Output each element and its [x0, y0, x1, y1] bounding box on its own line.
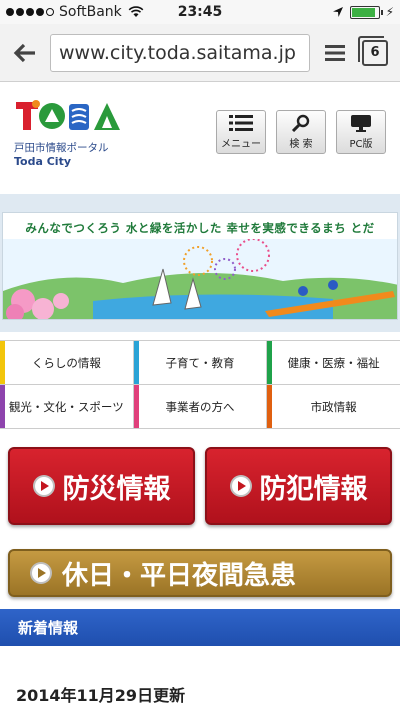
- category-label: 観光・文化・スポーツ: [8, 399, 124, 414]
- category-city-administration[interactable]: 市政情報: [267, 385, 400, 428]
- wifi-icon: [128, 6, 144, 17]
- tabs-button[interactable]: 6: [358, 35, 390, 68]
- browser-toolbar: www.city.toda.saitama.jp 6: [0, 24, 400, 82]
- toda-logo[interactable]: 戸田市情報ポータル Toda City: [14, 98, 144, 192]
- search-button[interactable]: 検 索: [276, 110, 326, 154]
- category-color-bar: [133, 341, 139, 384]
- disaster-info-label: 防災情報: [62, 473, 171, 505]
- address-bar[interactable]: www.city.toda.saitama.jp: [50, 33, 310, 72]
- emergency-clinic-label: 休日・平日夜間急患: [62, 560, 297, 591]
- play-circle-icon: [32, 475, 55, 497]
- location-arrow-icon: [332, 7, 343, 17]
- menu-button[interactable]: メニュー: [216, 110, 266, 154]
- city-slogan: みんなでつくろう 水と緑を活かした 幸せを実感できるまち とだ: [25, 221, 375, 235]
- news-heading-label: 新着情報: [18, 619, 79, 637]
- logo-mark-icon: [16, 100, 120, 130]
- news-heading: 新着情報: [0, 609, 400, 646]
- category-label: 子育て・教育: [165, 355, 235, 370]
- category-health-welfare[interactable]: 健康・医療・福祉: [267, 341, 400, 384]
- category-childcare-education[interactable]: 子育て・教育: [133, 341, 268, 384]
- back-arrow-icon[interactable]: [10, 38, 40, 68]
- category-color-bar: [267, 341, 273, 384]
- category-label: くらしの情報: [31, 355, 101, 370]
- search-icon: [291, 114, 310, 132]
- disaster-info-button[interactable]: 防災情報: [8, 447, 195, 525]
- status-bar: SoftBank 23:45 ⚡: [0, 0, 400, 24]
- carrier-name: SoftBank: [59, 4, 122, 20]
- category-color-bar: [0, 385, 5, 428]
- monitor-icon: [351, 115, 371, 132]
- logo-subtitle: 戸田市情報ポータル: [14, 142, 109, 154]
- category-tourism-culture-sports[interactable]: 観光・文化・スポーツ: [0, 385, 134, 428]
- crime-prevention-button[interactable]: 防犯情報: [205, 447, 392, 525]
- crime-prevention-label: 防犯情報: [259, 473, 368, 505]
- update-date: 2014年11月29日更新: [16, 686, 186, 705]
- play-circle-icon: [30, 562, 52, 584]
- pc-version-button[interactable]: PC版: [336, 110, 386, 154]
- charging-bolt-icon: ⚡: [385, 5, 394, 19]
- category-living[interactable]: くらしの情報: [0, 341, 134, 384]
- menu-icon[interactable]: [320, 38, 350, 68]
- category-color-bar: [0, 341, 5, 384]
- category-color-bar: [267, 385, 273, 428]
- category-label: 市政情報: [310, 399, 357, 414]
- city-banner[interactable]: みんなでつくろう 水と緑を活かした 幸せを実感できるまち とだ: [2, 212, 398, 320]
- logo-english-name: Toda City: [14, 155, 71, 168]
- menu-button-label: メニュー: [221, 139, 261, 150]
- url-text: www.city.toda.saitama.jp: [59, 41, 296, 64]
- search-button-label: 検 索: [289, 139, 313, 150]
- category-label: 事業者の方へ: [165, 399, 235, 414]
- battery-icon: [349, 5, 383, 19]
- play-circle-icon: [229, 475, 252, 497]
- list-icon: [229, 115, 253, 131]
- category-grid: くらしの情報 子育て・教育 健康・医療・福祉 観光・文化・スポーツ 事業者の方へ…: [0, 340, 400, 429]
- category-row: くらしの情報 子育て・教育 健康・医療・福祉: [0, 341, 400, 385]
- pc-version-label: PC版: [349, 139, 373, 150]
- category-label: 健康・医療・福祉: [287, 355, 380, 370]
- signal-strength-icon: [6, 8, 54, 16]
- tab-count: 6: [358, 35, 388, 66]
- category-color-bar: [133, 385, 139, 428]
- emergency-clinic-button[interactable]: 休日・平日夜間急患: [8, 549, 392, 597]
- banner-illustration: [3, 239, 397, 319]
- site-header: 戸田市情報ポータル Toda City メニュー 検 索 PC版: [0, 82, 400, 192]
- category-business[interactable]: 事業者の方へ: [133, 385, 268, 428]
- banner-section: みんなでつくろう 水と緑を活かした 幸せを実感できるまち とだ: [0, 194, 400, 332]
- category-row: 観光・文化・スポーツ 事業者の方へ 市政情報: [0, 385, 400, 429]
